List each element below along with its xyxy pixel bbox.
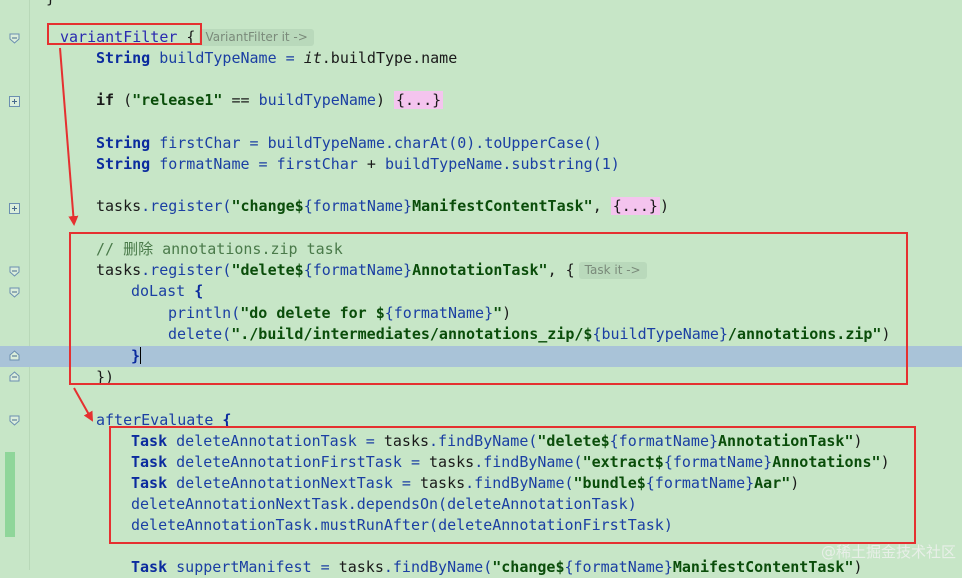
highlight-box-after-evaluate [109,426,916,544]
highlight-box-delete-task [69,232,908,385]
arrow-line [73,387,93,422]
highlight-box-variant-filter [47,23,202,45]
watermark: @稀土掘金技术社区 [820,543,956,561]
arrow-line [59,47,79,226]
annotation-overlay [47,23,916,544]
